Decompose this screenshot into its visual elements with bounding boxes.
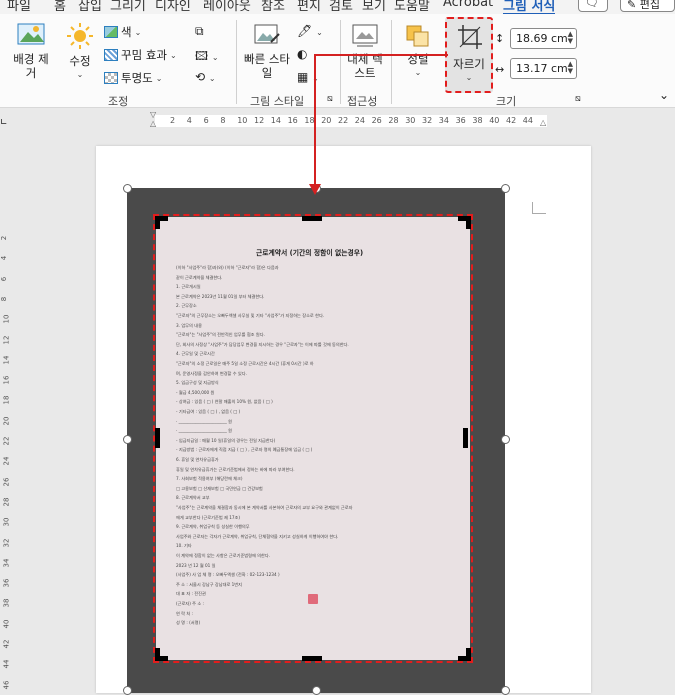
annotation-arrow <box>309 54 448 195</box>
